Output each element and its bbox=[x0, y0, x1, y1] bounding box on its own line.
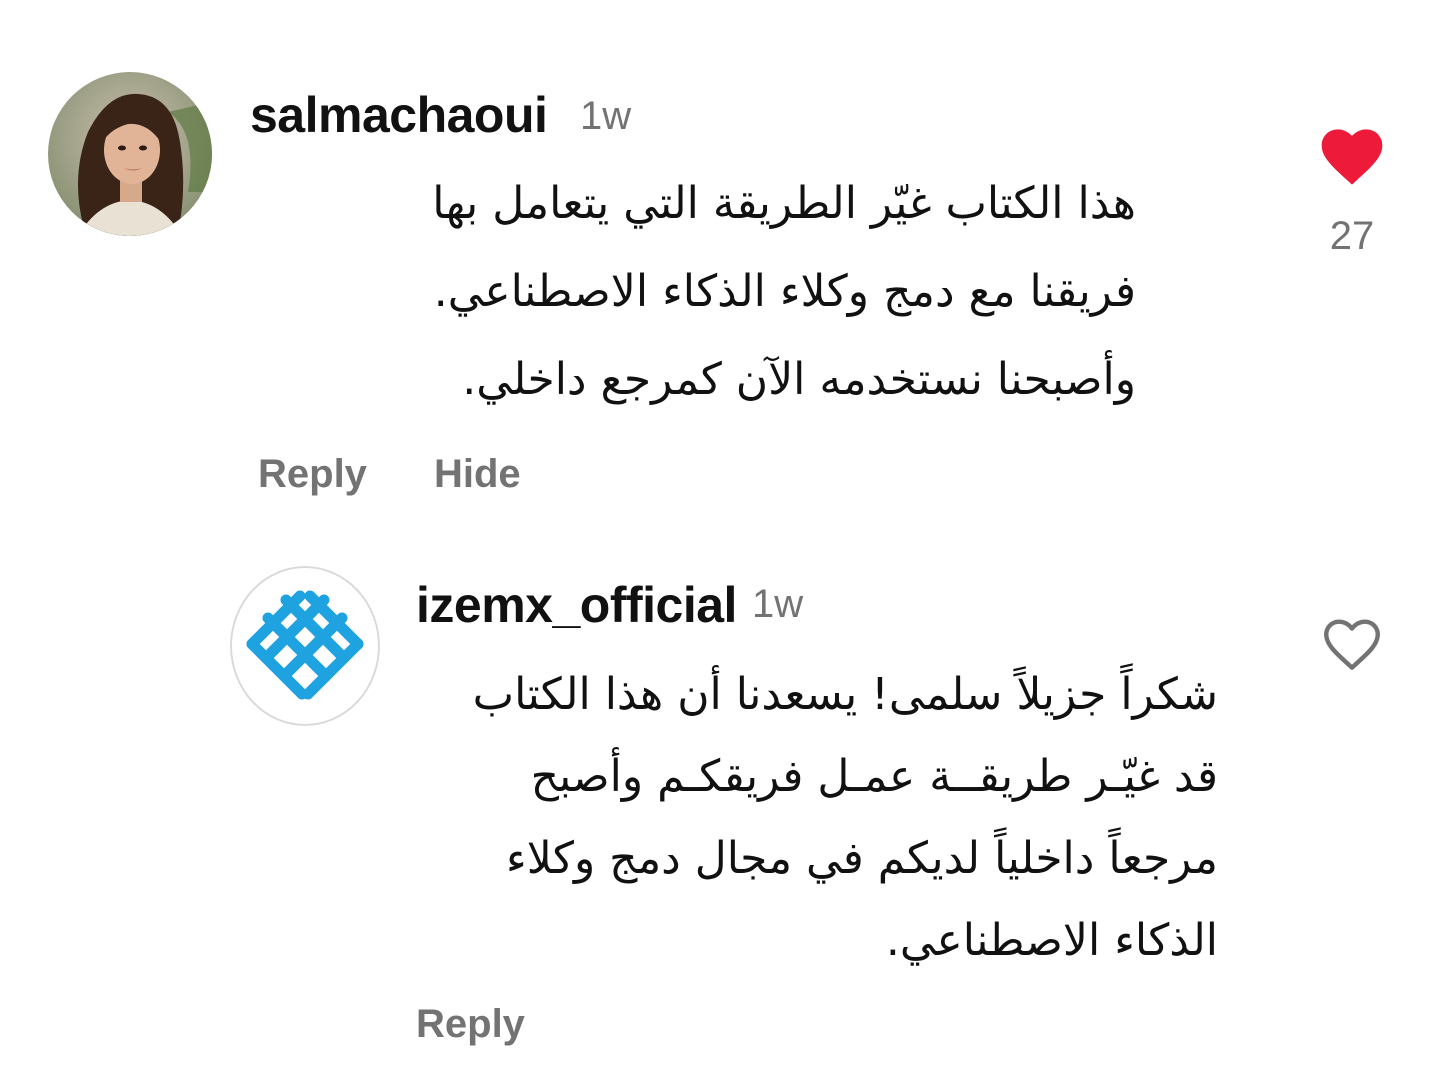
comment-text: شكراً جزيلاً سلمى! يسعدنا أن هذا الكتاب … bbox=[472, 669, 1218, 966]
izemx-logo-icon bbox=[230, 566, 380, 726]
user-avatar[interactable] bbox=[48, 72, 212, 236]
comments-thread: salmachaoui 1w هذا الكتاب غيّر الطريقة ا… bbox=[0, 0, 1448, 1086]
comment-timestamp: 1w bbox=[752, 582, 804, 626]
brand-avatar[interactable] bbox=[230, 566, 380, 726]
hide-button[interactable]: Hide bbox=[434, 452, 521, 497]
reply-button[interactable]: Reply bbox=[416, 1002, 525, 1047]
comment-timestamp: 1w bbox=[580, 94, 632, 138]
comment-username[interactable]: izemx_official bbox=[416, 576, 737, 634]
like-count: 27 bbox=[1329, 214, 1375, 258]
heart-outline-icon bbox=[1324, 619, 1380, 670]
reply-button[interactable]: Reply bbox=[258, 452, 367, 497]
comment-text: هذا الكتاب غيّر الطريقة التي يتعامل بها … bbox=[432, 178, 1136, 405]
comment-username[interactable]: salmachaoui bbox=[250, 86, 548, 144]
heart-filled-icon bbox=[1321, 129, 1383, 185]
profile-photo-icon bbox=[48, 72, 212, 236]
like-button[interactable] bbox=[1320, 128, 1384, 186]
like-button[interactable] bbox=[1322, 618, 1382, 672]
